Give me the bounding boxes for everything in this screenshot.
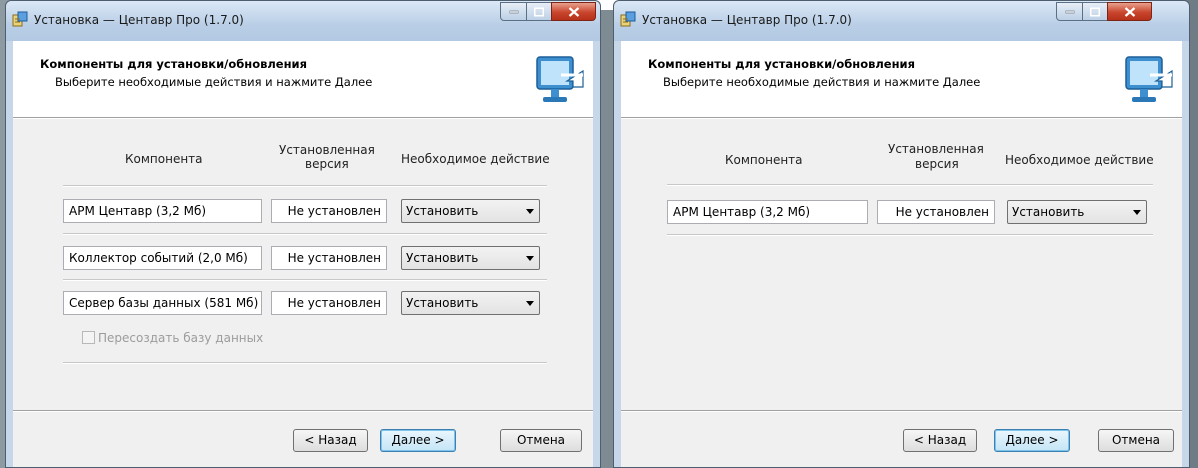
next-button[interactable]: Далее > xyxy=(994,429,1070,452)
column-header-installed-line2: версия xyxy=(305,157,349,171)
recreate-db-checkbox[interactable]: Пересоздать базу данных xyxy=(82,331,263,345)
column-header-component: Компонента xyxy=(725,153,803,167)
action-dropdown[interactable]: Установить xyxy=(401,199,540,223)
component-name-field[interactable]: АРМ Центавр (3,2 Мб) xyxy=(667,200,868,224)
minimize-button[interactable] xyxy=(500,2,527,21)
installed-version-field[interactable]: Не установлен xyxy=(271,291,387,315)
separator xyxy=(63,185,547,187)
back-button[interactable]: < Назад xyxy=(293,429,368,452)
component-name-field[interactable]: Коллектор событий (2,0 Мб) xyxy=(63,246,262,270)
header-title: Компоненты для установки/обновления xyxy=(648,57,915,71)
minimize-icon xyxy=(1065,10,1074,13)
separator xyxy=(667,234,1153,236)
close-button[interactable] xyxy=(1107,2,1152,21)
close-icon xyxy=(568,6,579,17)
separator xyxy=(667,184,1153,186)
installer-window-2: Установка — Центавр Про (1.7.0) Компонен… xyxy=(613,0,1190,468)
installed-version-field[interactable]: Не установлен xyxy=(271,246,387,270)
column-header-installed-line1: Установленная xyxy=(888,142,984,156)
checkbox-box xyxy=(82,331,95,344)
separator xyxy=(63,362,547,364)
action-dropdown-value: Установить xyxy=(406,204,479,218)
header-subtitle: Выберите необходимые действия и нажмите … xyxy=(55,75,373,89)
recreate-db-label: Пересоздать базу данных xyxy=(98,331,264,345)
minimize-icon xyxy=(509,10,518,13)
title-bar[interactable]: Установка — Центавр Про (1.7.0) xyxy=(6,1,600,41)
maximize-button[interactable] xyxy=(1082,2,1108,21)
action-dropdown[interactable]: Установить xyxy=(401,246,540,270)
window-title: Установка — Центавр Про (1.7.0) xyxy=(642,13,852,27)
dropdown-arrow-icon xyxy=(526,301,534,306)
action-dropdown-value: Установить xyxy=(406,296,479,310)
header-subtitle: Выберите необходимые действия и нажмите … xyxy=(663,75,981,89)
header-divider xyxy=(13,118,593,119)
column-header-action: Необходимое действие xyxy=(401,152,550,166)
monitor-arrow-icon xyxy=(1122,51,1174,107)
close-button[interactable] xyxy=(551,2,596,21)
maximize-icon xyxy=(1090,7,1100,16)
separator xyxy=(63,279,547,281)
maximize-icon xyxy=(534,7,544,16)
footer-divider xyxy=(621,410,1182,412)
dropdown-arrow-icon xyxy=(526,209,534,214)
footer-divider xyxy=(13,410,593,412)
column-header-installed-line1: Установленная xyxy=(279,143,375,157)
wizard-client-area: Компоненты для установки/обновления Выбе… xyxy=(621,41,1182,467)
monitor-arrow-icon xyxy=(533,51,585,107)
cancel-button[interactable]: Отмена xyxy=(500,429,582,452)
window-title: Установка — Центавр Про (1.7.0) xyxy=(34,13,244,27)
action-dropdown[interactable]: Установить xyxy=(401,291,540,315)
installer-window-1: Установка — Центавр Про (1.7.0) Компонен… xyxy=(5,0,601,468)
wizard-client-area: Компоненты для установки/обновления Выбе… xyxy=(13,41,593,467)
action-dropdown-value: Установить xyxy=(1012,205,1085,219)
installer-app-icon xyxy=(12,11,28,27)
component-name-field[interactable]: АРМ Центавр (3,2 Мб) xyxy=(63,199,262,223)
separator xyxy=(63,233,547,235)
action-dropdown[interactable]: Установить xyxy=(1007,200,1147,224)
installed-version-field[interactable]: Не установлен xyxy=(877,200,995,224)
cancel-button[interactable]: Отмена xyxy=(1098,429,1174,452)
installer-app-icon xyxy=(620,11,636,27)
component-name-field[interactable]: Сервер базы данных (581 Мб) xyxy=(63,291,262,315)
header-title: Компоненты для установки/обновления xyxy=(40,57,307,71)
column-header-component: Компонента xyxy=(125,152,203,166)
title-bar[interactable]: Установка — Центавр Про (1.7.0) xyxy=(614,1,1189,41)
minimize-button[interactable] xyxy=(1056,2,1083,21)
close-icon xyxy=(1124,6,1135,17)
wizard-header: Компоненты для установки/обновления Выбе… xyxy=(621,41,1182,118)
column-header-installed-line2: версия xyxy=(915,157,959,171)
header-divider xyxy=(621,118,1182,119)
wizard-header: Компоненты для установки/обновления Выбе… xyxy=(13,41,593,118)
column-header-action: Необходимое действие xyxy=(1005,153,1154,167)
dropdown-arrow-icon xyxy=(526,256,534,261)
action-dropdown-value: Установить xyxy=(406,251,479,265)
back-button[interactable]: < Назад xyxy=(903,429,977,452)
next-button[interactable]: Далее > xyxy=(380,429,456,452)
maximize-button[interactable] xyxy=(526,2,552,21)
dropdown-arrow-icon xyxy=(1133,210,1141,215)
installed-version-field[interactable]: Не установлен xyxy=(271,199,387,223)
